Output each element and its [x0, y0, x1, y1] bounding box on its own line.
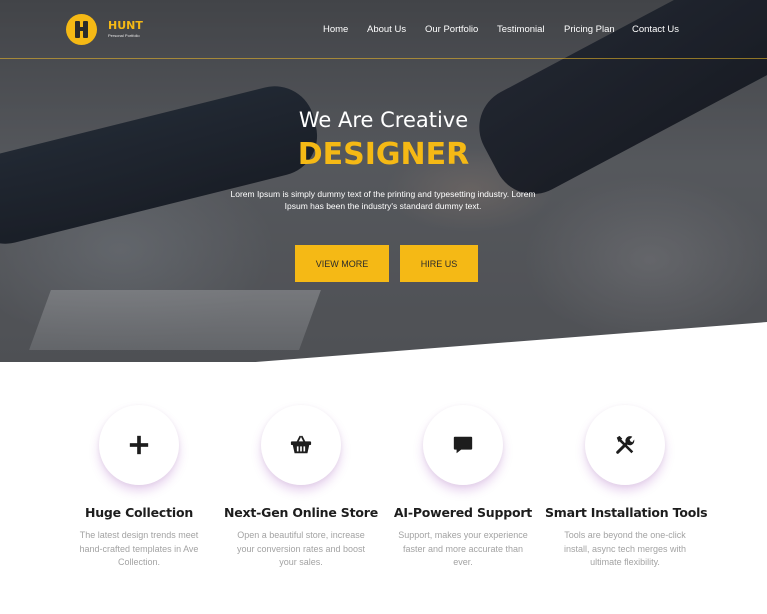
- tools-icon: [616, 435, 635, 454]
- hero-section: HUNT Personal Portfolio Home About Us Ou…: [0, 0, 767, 362]
- feature-icon-circle: [261, 405, 341, 485]
- nav-item-our-portfolio[interactable]: Our Portfolio: [425, 24, 478, 35]
- hire-us-button[interactable]: HIRE US: [400, 245, 478, 282]
- feature-icon-circle: [99, 405, 179, 485]
- feature-title: Huge Collection: [84, 505, 194, 520]
- feature-card-online-store: Next-Gen Online Store Open a beautiful s…: [221, 405, 381, 570]
- logo-wordmark: HUNT: [108, 19, 143, 32]
- feature-text: Open a beautiful store, increase your co…: [236, 530, 366, 567]
- top-navbar: HUNT Personal Portfolio Home About Us Ou…: [0, 0, 767, 59]
- feature-card-installation-tools: Smart Installation Tools Tools are beyon…: [545, 405, 708, 570]
- feature-text: Support, makes your experience faster an…: [398, 530, 528, 567]
- feature-icon-circle: [585, 405, 665, 485]
- feature-icon-circle: [423, 405, 503, 485]
- nav-item-pricing-plan[interactable]: Pricing Plan: [564, 24, 615, 35]
- hero-subtitle: We Are Creative: [298, 108, 469, 132]
- logo-mark-icon: [66, 14, 97, 45]
- logo-tagline: Personal Portfolio: [108, 33, 140, 38]
- feature-title: AI-Powered Support: [393, 505, 533, 520]
- feature-card-huge-collection: Huge Collection The latest design trends…: [59, 405, 219, 570]
- logo[interactable]: HUNT Personal Portfolio: [66, 14, 143, 46]
- feature-text: Tools are beyond the one-click install, …: [563, 530, 687, 567]
- hero-description: Lorem Ipsum is simply dummy text of the …: [230, 189, 536, 211]
- basket-icon: [290, 435, 312, 454]
- hero-title: DESIGNER: [297, 137, 470, 172]
- feature-title: Next-Gen Online Store: [224, 505, 378, 520]
- nav-item-about-us[interactable]: About Us: [367, 24, 406, 35]
- feature-card-ai-support: AI-Powered Support Support, makes your e…: [383, 405, 543, 570]
- view-more-button[interactable]: VIEW MORE: [295, 245, 389, 282]
- nav-item-home[interactable]: Home: [323, 24, 348, 35]
- feature-title: Smart Installation Tools: [545, 505, 708, 520]
- nav-item-contact-us[interactable]: Contact Us: [632, 24, 679, 35]
- nav-item-testimonial[interactable]: Testimonial: [497, 24, 545, 35]
- plus-icon: [129, 435, 149, 455]
- feature-text: The latest design trends meet hand-craft…: [79, 530, 199, 567]
- chat-icon: [453, 436, 473, 454]
